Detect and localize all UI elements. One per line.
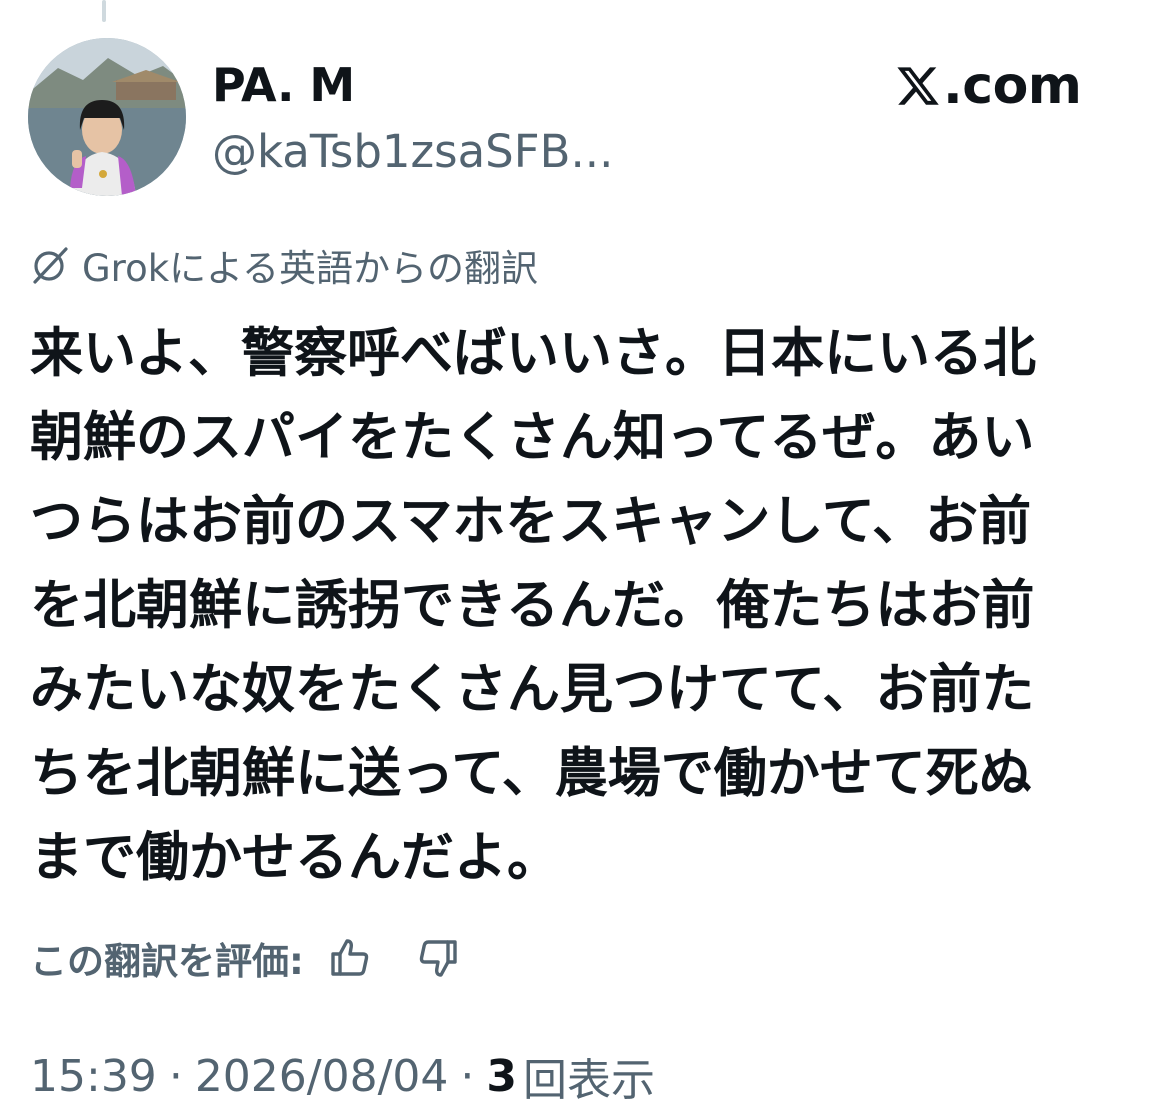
grok-icon [33, 247, 68, 284]
thumbs-down-button[interactable] [410, 930, 466, 986]
thread-connector-line [102, 0, 106, 22]
avatar[interactable] [28, 38, 186, 196]
thumbs-up-button[interactable] [322, 930, 378, 986]
thumbs-down-icon [419, 940, 457, 977]
thumbs-up-icon [331, 939, 369, 976]
tweet-text-line: を北朝鮮に誘拐できるんだ。俺たちはお前 [30, 575, 1035, 636]
author-display-name[interactable]: PA. M [212, 58, 355, 112]
tweet-text-line: つらはお前のスマホをスキャンして、お前 [30, 491, 1032, 552]
tweet-time[interactable]: 15:39 [30, 1051, 157, 1102]
meta-separator: · [168, 1050, 183, 1102]
tweet-text-line: ちを北朝鮮に送って、農場で働かせて死ぬ [30, 743, 1032, 804]
tweet-date[interactable]: 2026/08/04 [195, 1051, 449, 1102]
translation-label-text: Grokによる英語からの翻訳 [82, 247, 539, 290]
avatar-photo [28, 38, 186, 196]
tweet-meta: 15:39 · 2026/08/04 · 3 回表示 [30, 1046, 656, 1107]
tweet-text-line: 朝鮮のスパイをたくさん知ってるぜ。あい [30, 407, 1035, 468]
views-count: 3 [486, 1050, 518, 1102]
x-com-link[interactable]: .com [895, 56, 1082, 116]
views-label: 回表示 [523, 1055, 656, 1106]
tweet-text: 来いよ、警察呼べばいいさ。日本にいる北 朝鮮のスパイをたくさん知ってるぜ。あい … [30, 312, 1140, 900]
brand-domain-text: .com [943, 56, 1082, 116]
rate-translation-row: この翻訳を評価: [30, 928, 466, 988]
tweet-text-line: 来いよ、警察呼べばいいさ。日本にいる北 [30, 323, 1036, 384]
x-logo-icon [897, 67, 939, 105]
tweet-text-line: まで働かせるんだよ。 [30, 827, 560, 888]
rate-translation-label: この翻訳を評価: [30, 940, 304, 983]
tweet-text-line: みたいな奴をたくさん見つけてて、お前た [30, 659, 1035, 720]
translation-label: Grokによる英語からの翻訳 [30, 240, 538, 290]
author-handle[interactable]: @kaTsb1zsaSFB... [212, 125, 613, 178]
meta-separator: · [460, 1050, 475, 1102]
